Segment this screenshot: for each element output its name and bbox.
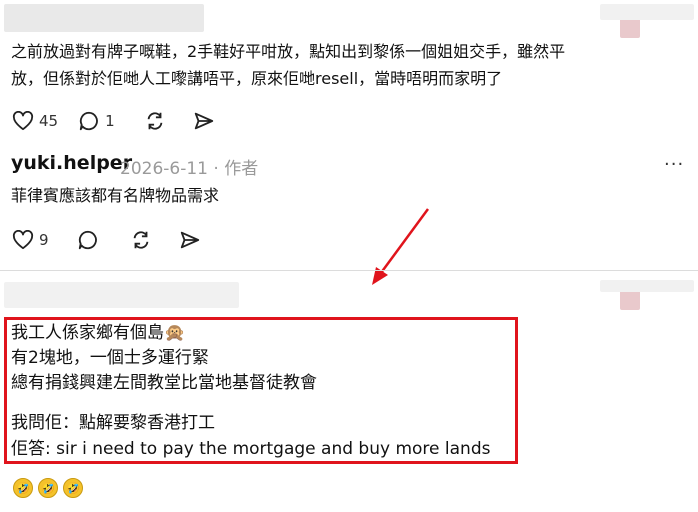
reply-count: 1	[105, 112, 115, 130]
comment-icon	[79, 111, 98, 131]
share-icon	[194, 112, 213, 130]
comment-line: 我工人係家鄉有個島🙊	[11, 323, 186, 343]
blurred-area-right	[600, 4, 694, 20]
comment-date: 2026-6-11	[120, 159, 208, 179]
comment-actions-2: 9	[12, 229, 221, 251]
laughing-emoji-icon: 🤣	[38, 478, 58, 498]
share-icon	[180, 231, 199, 249]
username[interactable]: yuki.helper	[11, 152, 132, 174]
blurred-avatar-right	[620, 290, 640, 310]
comment-icon	[78, 230, 97, 250]
author-tag: 作者	[224, 159, 259, 179]
repost-icon	[147, 112, 162, 130]
reaction-emojis: 🤣 🤣 🤣	[13, 478, 88, 498]
laughing-emoji-icon: 🤣	[63, 478, 83, 498]
share-button[interactable]	[179, 229, 201, 251]
reply-button[interactable]: 1	[78, 110, 115, 132]
comment-text-line1: 之前放過對有牌子嘅鞋，2手鞋好平咁放，點知出到黎係一個姐姐交手，雖然平	[11, 42, 566, 61]
blurred-avatar-name	[4, 4, 204, 32]
comment-line: 有2塊地，一個士多運行緊	[11, 348, 209, 368]
laughing-emoji-icon: 🤣	[13, 478, 33, 498]
meta-separator: ·	[213, 159, 219, 179]
repost-icon	[133, 231, 148, 249]
divider	[0, 270, 698, 271]
reply-button[interactable]	[77, 229, 99, 251]
like-button[interactable]: 9	[12, 230, 49, 250]
heart-icon	[12, 230, 34, 250]
like-button[interactable]: 45	[12, 111, 58, 131]
like-count: 9	[39, 231, 49, 249]
repost-button[interactable]	[129, 229, 153, 251]
red-arrow-annotation	[372, 208, 430, 285]
comment-line: 我問佢：點解要黎香港打工	[11, 413, 215, 433]
comment-text: 菲律賓應該都有名牌物品需求	[11, 186, 220, 205]
like-count: 45	[39, 112, 59, 130]
more-options-button[interactable]: ···	[664, 154, 684, 175]
comment-meta: 2026-6-11 · 作者	[120, 154, 258, 179]
comment-actions: 45 1	[12, 110, 235, 132]
comment-line: 總有捐錢興建左間教堂比當地基督徒教會	[11, 373, 317, 393]
comment-text-line2: 放，但係對於佢哋人工嚟講唔平，原來佢哋resell，當時唔明而家明了	[11, 69, 503, 88]
blurred-avatar-right	[620, 18, 640, 38]
blurred-avatar-name	[4, 282, 239, 308]
blurred-area-right	[600, 280, 694, 292]
heart-icon	[12, 111, 34, 131]
share-button[interactable]	[193, 110, 215, 132]
repost-button[interactable]	[143, 110, 167, 132]
comment-line: 佢答: sir i need to pay the mortgage and b…	[11, 439, 491, 459]
